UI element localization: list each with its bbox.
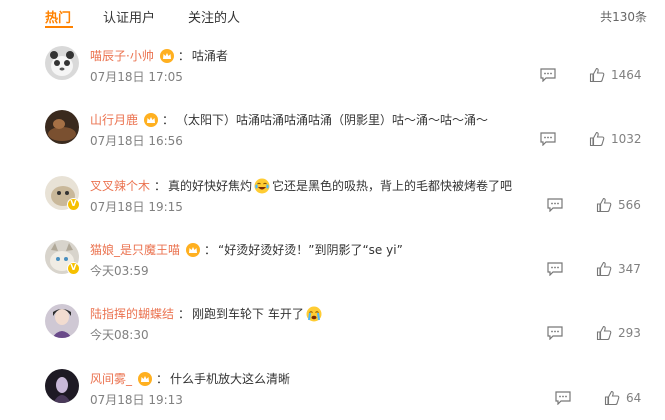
thumbs-up-icon <box>589 67 605 83</box>
like-button[interactable]: 293 <box>596 324 641 342</box>
timestamp: 今天08:30 <box>90 328 149 342</box>
like-button[interactable]: 64 <box>604 389 641 407</box>
username[interactable]: 猫娘_是只魔王喵 <box>90 240 180 260</box>
like-button[interactable]: 566 <box>596 196 641 214</box>
comment-line: 猫娘_是只魔王喵 ： “好烫好烫好烫！”到阴影了“se yi” <box>90 240 403 260</box>
avatar[interactable] <box>45 369 79 403</box>
comment-text: 什么手机放大这么清晰 <box>170 372 291 386</box>
comment-icon[interactable] <box>547 198 563 212</box>
timestamp: 07月18日 16:56 <box>90 134 183 148</box>
timestamp: 07月18日 19:13 <box>90 393 183 407</box>
comment-icon[interactable] <box>547 326 563 340</box>
like-count: 1464 <box>611 68 642 82</box>
thumbs-up-icon <box>596 197 612 213</box>
comment-line: 喵辰子·小帅 ： 咕涌者 <box>90 46 228 66</box>
comment-line: 叉叉辣个木 ： 真的好快好焦灼 它还是黑色的吸热，背上的毛都快被烤卷了吧 <box>90 176 512 196</box>
tab-following[interactable]: 关注的人 <box>188 7 240 26</box>
tab-hot[interactable]: 热门 <box>45 7 71 26</box>
comment-item: 喵辰子·小帅 ： 咕涌者 07月18日 17:05 1464 <box>0 46 665 110</box>
thumbs-up-icon <box>589 131 605 147</box>
username[interactable]: 风间雾_ <box>90 369 132 389</box>
comment-icon[interactable] <box>540 68 556 82</box>
verified-badge: V <box>67 262 80 275</box>
comment-item: V 猫娘_是只魔王喵 ： “好烫好烫好烫！”到阴影了“se yi” 今天03:5… <box>0 240 665 304</box>
like-button[interactable]: 347 <box>596 260 641 278</box>
comment-panel: 热门 认证用户 关注的人 共130条 喵辰子·小帅 ： 咕涌者 07月18日 1… <box>0 0 665 420</box>
verified-badge: V <box>67 198 80 211</box>
username[interactable]: 叉叉辣个木 <box>90 176 150 196</box>
comment-line: 陆指挥的蝴蝶结 ： 刚跑到车轮下 车开了 <box>90 304 324 324</box>
comment-item: 风间雾_ ： 什么手机放大这么清晰 07月18日 19:13 64 <box>0 369 665 420</box>
comment-line: 风间雾_ ： 什么手机放大这么清晰 <box>90 369 290 389</box>
username[interactable]: 山行月鹿 <box>90 110 138 130</box>
like-button[interactable]: 1032 <box>589 130 642 148</box>
like-count: 293 <box>618 326 641 340</box>
thumbs-up-icon <box>604 390 620 406</box>
comment-line: 山行月鹿 ： （太阳下）咕涌咕涌咕涌咕涌（阴影里）咕～涌～咕～涌～ <box>90 110 488 130</box>
crying-emoji-icon <box>306 306 322 322</box>
like-count: 1032 <box>611 132 642 146</box>
comment-text: 真的好快好焦灼 <box>168 179 253 193</box>
crown-badge-icon <box>159 49 174 63</box>
laugh-cry-emoji-icon <box>254 178 270 194</box>
comment-text-continued: 它还是黑色的吸热，背上的毛都快被烤卷了吧 <box>272 179 513 193</box>
comment-tabs: 热门 认证用户 关注的人 共130条 <box>0 0 665 30</box>
comment-item: V 叉叉辣个木 ： 真的好快好焦灼 它还是黑色的吸热，背上的毛都快被烤卷了吧 0… <box>0 176 665 240</box>
timestamp: 07月18日 19:15 <box>90 200 183 214</box>
like-count: 64 <box>626 391 642 405</box>
crown-badge-icon <box>138 372 153 386</box>
like-count: 566 <box>618 198 641 212</box>
thumbs-up-icon <box>596 325 612 341</box>
username[interactable]: 陆指挥的蝴蝶结 <box>90 304 174 324</box>
like-button[interactable]: 1464 <box>589 66 642 84</box>
like-count: 347 <box>618 262 641 276</box>
comment-text: 刚跑到车轮下 车开了 <box>192 307 304 321</box>
avatar[interactable] <box>45 304 79 338</box>
comment-item: 山行月鹿 ： （太阳下）咕涌咕涌咕涌咕涌（阴影里）咕～涌～咕～涌～ 07月18日… <box>0 110 665 174</box>
crown-badge-icon <box>186 243 201 257</box>
tab-verified-users[interactable]: 认证用户 <box>103 7 155 26</box>
total-count: 共130条 <box>600 10 647 24</box>
comment-icon[interactable] <box>540 132 556 146</box>
comment-text: （太阳下）咕涌咕涌咕涌咕涌（阴影里）咕～涌～咕～涌～ <box>176 113 489 127</box>
timestamp: 今天03:59 <box>90 264 149 278</box>
avatar[interactable] <box>45 46 79 80</box>
thumbs-up-icon <box>596 261 612 277</box>
username[interactable]: 喵辰子·小帅 <box>90 46 154 66</box>
active-tab-indicator <box>45 26 73 28</box>
comment-text: “好烫好烫好烫！”到阴影了“se yi” <box>218 243 403 257</box>
comment-icon[interactable] <box>555 391 571 405</box>
comment-item: 陆指挥的蝴蝶结 ： 刚跑到车轮下 车开了 今天08:30 293 <box>0 304 665 368</box>
avatar[interactable] <box>45 110 79 144</box>
comment-icon[interactable] <box>547 262 563 276</box>
crown-badge-icon <box>144 113 159 127</box>
timestamp: 07月18日 17:05 <box>90 70 183 84</box>
comment-text: 咕涌者 <box>191 49 228 63</box>
